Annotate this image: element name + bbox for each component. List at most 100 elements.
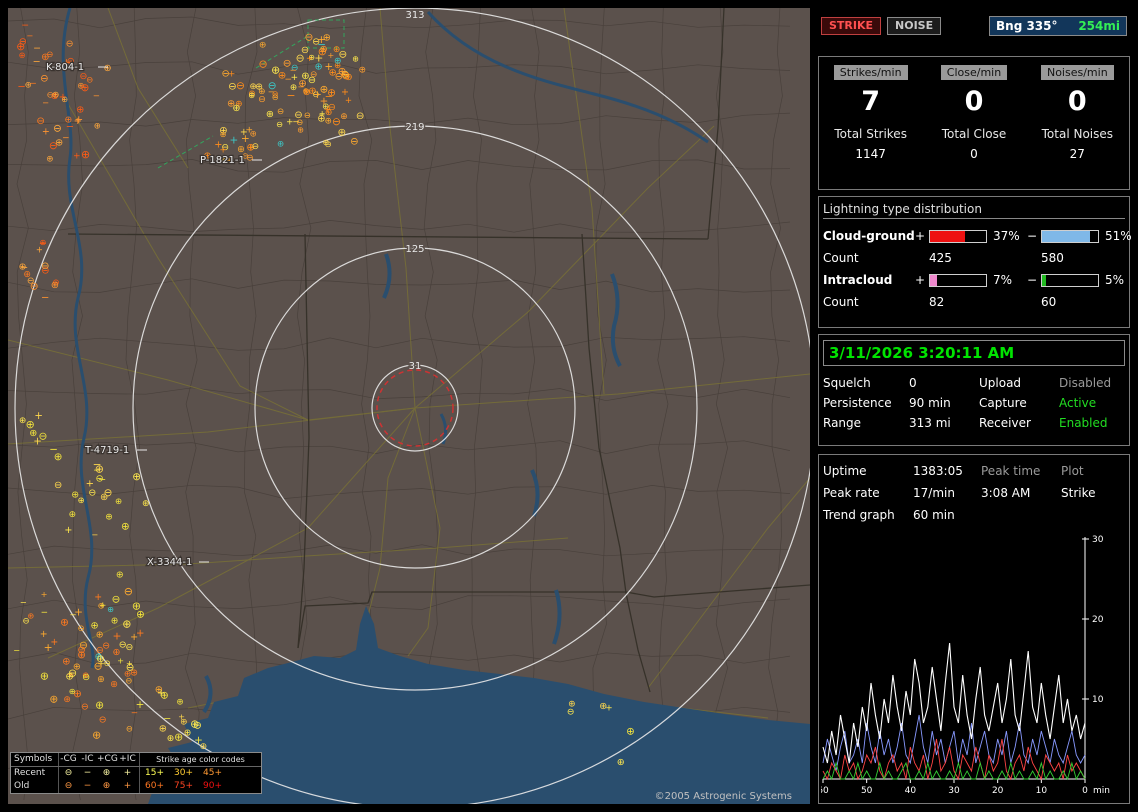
- svg-text:⊕: ⊕: [176, 697, 183, 707]
- svg-text:⊕: ⊕: [40, 670, 49, 683]
- svg-text:⊕: ⊕: [266, 109, 274, 120]
- svg-text:⊖: ⊖: [22, 616, 29, 626]
- cloud-ground-label: Cloud-ground: [823, 229, 915, 243]
- statistics-section: Uptime 1383:05 Peak time Plot Peak rate …: [818, 454, 1130, 804]
- svg-text:⊖: ⊖: [268, 80, 277, 92]
- svg-text:⊕: ⊕: [132, 600, 141, 613]
- age-60: 60+: [145, 781, 164, 791]
- svg-text:⊕: ⊕: [54, 451, 63, 463]
- svg-text:⊖: ⊖: [53, 122, 62, 134]
- uptime-row: Uptime 1383:05 Peak time Plot: [823, 460, 1125, 482]
- upload-label: Upload: [979, 376, 1022, 390]
- map-area[interactable]: 313 219 125 31 ⊕ ⊖ − − ⊖ ⊕ ⊕ ⊖ + ⊖ ⊕ + + ⊕ ⊕ ⊕ ⊖ ⊕ ⊕ + ⊕ ⊕ ⊕ − ⊖ ⊕ + +…: [8, 8, 810, 804]
- map-legend: Symbols -CG -IC +CG +IC Strike age color…: [10, 752, 262, 794]
- svg-text:⊖: ⊖: [304, 110, 311, 120]
- svg-text:⊖: ⊖: [294, 110, 302, 121]
- svg-text:+: +: [313, 88, 322, 101]
- svg-text:⊕: ⊕: [116, 570, 124, 581]
- total-noises-value: 27: [1069, 147, 1085, 161]
- svg-text:313: 313: [405, 10, 424, 21]
- age-90: 90+: [203, 781, 222, 791]
- noises-per-min-header: Noises/min: [1040, 65, 1114, 80]
- svg-text:⊖: ⊖: [82, 672, 90, 683]
- legend-symbols-header: Symbols: [11, 753, 59, 766]
- svg-text:⊕: ⊕: [132, 471, 141, 483]
- svg-text:⊕: ⊕: [61, 94, 68, 104]
- svg-text:10: 10: [1092, 695, 1104, 705]
- count-label: Count: [823, 251, 859, 265]
- svg-text:⊕: ⊕: [39, 237, 46, 247]
- svg-text:+: +: [40, 629, 48, 640]
- svg-text:⊖: ⊖: [30, 281, 39, 293]
- svg-text:⊖: ⊖: [350, 137, 358, 148]
- lightning-distribution-section: Lightning type distribution Cloud-ground…: [818, 196, 1132, 328]
- minus-icon: −: [83, 781, 92, 791]
- svg-text:⊖: ⊖: [86, 74, 93, 84]
- svg-text:⊕: ⊕: [81, 148, 90, 161]
- noise-mode-button[interactable]: NOISE: [887, 17, 942, 35]
- svg-text:−: −: [93, 92, 100, 102]
- svg-text:⊕: ⊕: [259, 41, 266, 51]
- svg-text:⊕: ⊕: [91, 621, 99, 632]
- svg-text:−: −: [30, 79, 37, 89]
- svg-text:⊕: ⊕: [71, 489, 79, 500]
- svg-text:⊕: ⊕: [626, 726, 635, 738]
- trend-graph-label: Trend graph: [823, 508, 895, 522]
- svg-text:−: −: [69, 611, 76, 621]
- strike-mode-button[interactable]: STRIKE: [821, 17, 882, 35]
- svg-text:⊕: ⊕: [92, 729, 101, 742]
- svg-text:+: +: [41, 589, 48, 599]
- svg-text:K-804-1: K-804-1: [46, 62, 84, 73]
- svg-text:⊕: ⊕: [159, 724, 167, 735]
- svg-text:⊕: ⊕: [65, 114, 73, 125]
- legend-recent-label: Recent: [11, 767, 59, 780]
- persistence-value: 90 min: [909, 396, 951, 410]
- circle-minus-icon: ⊖: [64, 781, 73, 791]
- svg-text:⊕: ⊕: [237, 144, 245, 155]
- trend-graph-chart: 30 20 10 60 50 40 30 20 10 0 min: [821, 535, 1110, 796]
- close-per-min-header: Close/min: [940, 65, 1008, 80]
- intracloud-label: Intracloud: [823, 273, 893, 287]
- range-label: Range: [823, 416, 862, 430]
- ic-pos-pct: 7%: [993, 273, 1013, 287]
- svg-text:125: 125: [405, 244, 424, 255]
- cg-neg-pct: 51%: [1105, 229, 1132, 243]
- svg-text:⊕: ⊕: [65, 672, 73, 683]
- svg-text:⊕: ⊕: [359, 66, 367, 76]
- svg-text:+: +: [241, 133, 250, 145]
- close-per-min-value: 0: [964, 86, 984, 117]
- svg-text:⊕: ⊕: [105, 512, 113, 522]
- legend-recent-row: Recent ⊖ − ⊕ + 15+ 30+ 45+: [11, 767, 261, 780]
- strikes-per-min-column: Strikes/min 7 Total Strikes 1147: [819, 57, 922, 189]
- svg-text:⊕: ⊕: [111, 617, 119, 627]
- bearing-display: Bng 335° 254mi: [989, 16, 1127, 36]
- plus-icon: +: [116, 780, 140, 793]
- svg-text:+: +: [42, 127, 50, 138]
- svg-text:60: 60: [821, 786, 829, 796]
- minus-icon: −: [83, 768, 92, 778]
- intracloud-row: Intracloud + 7% − 5%: [823, 269, 1125, 291]
- receiver-status: Enabled: [1059, 416, 1108, 430]
- minus-sign: −: [1027, 273, 1038, 287]
- total-close-value: 0: [970, 147, 978, 161]
- circle-plus-icon: ⊕: [102, 781, 111, 791]
- svg-text:+: +: [117, 655, 124, 665]
- mode-toolbar: STRIKE NOISE Bng 335° 254mi: [818, 12, 1130, 40]
- svg-text:+: +: [113, 629, 122, 642]
- legend-type-ic-pos: +IC: [116, 753, 140, 766]
- svg-text:⊕: ⊕: [200, 742, 208, 752]
- svg-text:⊖: ⊖: [228, 81, 237, 92]
- svg-text:⊕: ⊕: [617, 757, 625, 768]
- svg-text:⊖: ⊖: [40, 73, 48, 84]
- ic-neg-pct: 5%: [1105, 273, 1125, 287]
- svg-text:⊕: ⊕: [322, 138, 329, 147]
- strikes-per-min-header: Strikes/min: [833, 65, 908, 80]
- svg-text:⊖: ⊖: [102, 641, 110, 652]
- svg-text:⊖: ⊖: [112, 593, 121, 605]
- peak-rate-row: Peak rate 17/min 3:08 AM Strike: [823, 482, 1125, 504]
- svg-text:+: +: [130, 632, 138, 643]
- svg-text:⊕: ⊕: [96, 654, 105, 665]
- svg-text:−: −: [131, 709, 138, 719]
- lightning-map[interactable]: 31321912531 ⊕⊖−−⊖⊕⊕⊖+⊖⊕++ ⊕⊕ ⊕⊖⊕⊕+⊕⊕⊕−⊖⊕++…: [8, 8, 810, 804]
- svg-text:−: −: [33, 43, 41, 54]
